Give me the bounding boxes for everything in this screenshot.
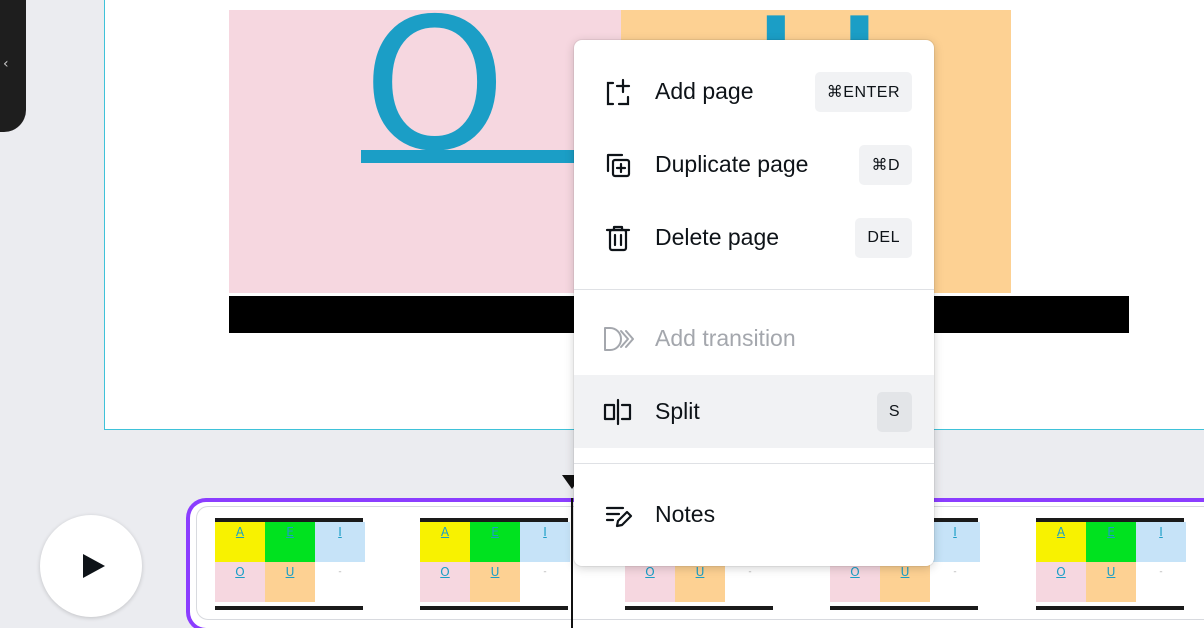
menu-divider xyxy=(574,289,934,290)
thumb-cell: O xyxy=(420,562,470,602)
thumb-cell: E xyxy=(1086,522,1136,562)
shortcut-badge: ⌘ENTER xyxy=(814,71,912,112)
menu-item-add-transition: Add transition xyxy=(574,302,934,375)
menu-item-label: Split xyxy=(655,398,700,424)
thumb-cell: E xyxy=(470,522,520,562)
chevron-left-icon: ‹ xyxy=(3,56,9,72)
thumb-cell: O xyxy=(1036,562,1086,602)
thumb-cell: I xyxy=(930,522,980,562)
add-page-icon xyxy=(598,72,638,112)
thumb-cell: A xyxy=(1036,522,1086,562)
menu-item-delete-page[interactable]: Delete page DEL xyxy=(574,201,934,274)
menu-item-notes[interactable]: Notes xyxy=(574,478,934,551)
shortcut-badge: S xyxy=(876,391,912,432)
playhead-line[interactable] xyxy=(571,498,573,628)
thumb-cell: E xyxy=(265,522,315,562)
thumb-cell: O xyxy=(625,562,675,602)
thumb-cell: - xyxy=(930,562,980,602)
thumb-cell: I xyxy=(1136,522,1186,562)
thumb-cell: - xyxy=(725,562,775,602)
slide-cell-pink[interactable]: O xyxy=(229,0,621,293)
menu-item-label: Add transition xyxy=(655,325,796,351)
thumb-cell: O xyxy=(830,562,880,602)
menu-item-label: Duplicate page xyxy=(655,151,809,177)
thumb-cell: U xyxy=(470,562,520,602)
menu-item-label: Notes xyxy=(655,501,716,527)
side-panel-toggle[interactable]: ‹ xyxy=(0,0,26,132)
thumb-cell: A xyxy=(215,522,265,562)
menu-item-add-page[interactable]: Add page ⌘ENTER xyxy=(574,55,934,128)
trash-icon xyxy=(598,218,638,258)
shortcut-badge: DEL xyxy=(855,217,912,258)
page-thumbnail-2[interactable]: A E I O U - xyxy=(420,516,570,612)
menu-item-label: Add page xyxy=(655,78,754,104)
shortcut-badge: ⌘D xyxy=(859,144,912,185)
thumb-cell: U xyxy=(265,562,315,602)
thumb-cell: - xyxy=(315,562,365,602)
thumb-cell: O xyxy=(215,562,265,602)
thumb-cell: I xyxy=(520,522,570,562)
menu-divider xyxy=(574,463,934,464)
play-icon xyxy=(83,554,105,578)
page-thumbnail-5[interactable]: A E I O U - xyxy=(1036,516,1186,612)
split-icon xyxy=(598,392,638,432)
thumb-cell: U xyxy=(675,562,725,602)
duplicate-page-icon xyxy=(598,145,638,185)
page-context-menu: Add page ⌘ENTER Duplicate page ⌘D Delete… xyxy=(574,40,934,566)
thumb-cell: - xyxy=(1136,562,1186,602)
notes-icon xyxy=(598,495,638,535)
thumb-cell: U xyxy=(1086,562,1136,602)
transition-icon xyxy=(598,319,638,359)
thumb-cell: A xyxy=(420,522,470,562)
play-button[interactable] xyxy=(40,515,142,617)
menu-item-label: Delete page xyxy=(655,224,780,250)
thumb-cell: I xyxy=(315,522,365,562)
page-thumbnail-1[interactable]: A E I O U - xyxy=(215,516,365,612)
thumb-cell: U xyxy=(880,562,930,602)
menu-item-duplicate-page[interactable]: Duplicate page ⌘D xyxy=(574,128,934,201)
menu-item-split[interactable]: Split S xyxy=(574,375,934,448)
thumb-cell: - xyxy=(520,562,570,602)
